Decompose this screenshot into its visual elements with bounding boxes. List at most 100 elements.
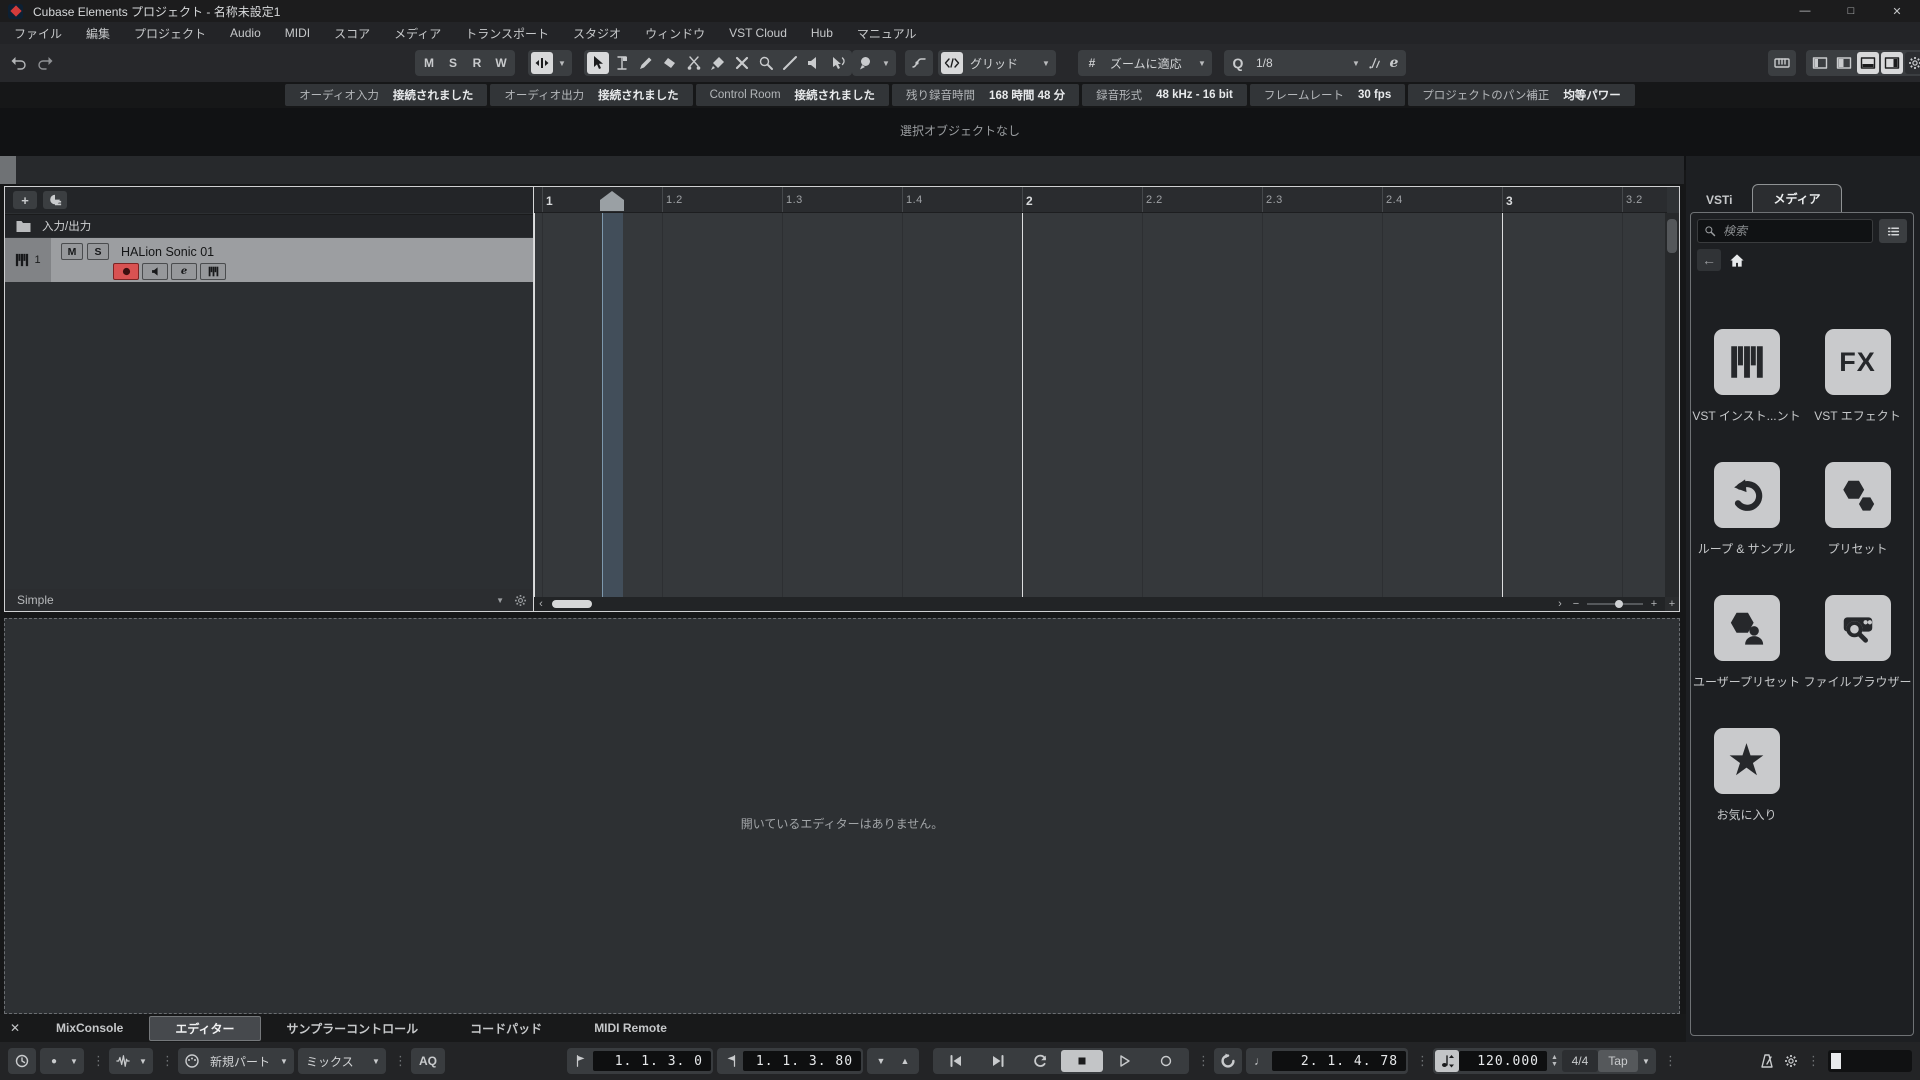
primary-time-note-icon[interactable]: ♩: [1248, 1050, 1272, 1072]
menu-item-transport[interactable]: トランスポート: [465, 25, 549, 42]
media-list-view-icon[interactable]: [1879, 219, 1907, 243]
left-locator-flag-icon[interactable]: [569, 1050, 593, 1072]
cycle-button[interactable]: [1019, 1050, 1061, 1072]
line-tool[interactable]: [779, 52, 801, 74]
control-room-status[interactable]: Control Room 接続されました: [695, 84, 890, 106]
track-name[interactable]: HALion Sonic 01: [121, 245, 214, 259]
menu-item-manual[interactable]: マニュアル: [857, 25, 917, 42]
horizontal-scrollbar[interactable]: ‹ › − +: [534, 597, 1667, 611]
tab-editor[interactable]: エディター: [149, 1015, 261, 1041]
snap-type-label[interactable]: グリッド: [964, 55, 1038, 72]
write-automation-button[interactable]: W: [490, 52, 512, 74]
media-search-box[interactable]: [1697, 219, 1873, 243]
right-zone-toggle-icon[interactable]: [1881, 52, 1903, 74]
track-setup-gear-icon[interactable]: [514, 594, 527, 607]
event-display[interactable]: 1 1.2 1.3 1.4 2 2.2 2.3 2.4 3 3.2 ‹ › − …: [533, 187, 1667, 611]
undo-icon[interactable]: [10, 55, 28, 71]
scroll-right-icon[interactable]: ›: [1553, 597, 1567, 611]
tempo-spinner[interactable]: ▲ ▼: [1547, 1054, 1562, 1068]
close-lower-zone-icon[interactable]: ✕: [0, 1021, 30, 1035]
zoom-out-icon[interactable]: −: [1569, 597, 1583, 611]
right-locator-flag-icon[interactable]: [719, 1050, 743, 1072]
play-tool[interactable]: [803, 52, 825, 74]
overview-strip[interactable]: [0, 156, 1684, 184]
go-to-start-button[interactable]: [935, 1050, 977, 1072]
kebab-separator-icon[interactable]: ⋮: [92, 1053, 105, 1069]
tempo-dropdown-icon[interactable]: ▼: [1638, 1050, 1654, 1072]
snap-type-dropdown-icon[interactable]: ▼: [1038, 52, 1054, 74]
tempo-track-icon[interactable]: [1435, 1050, 1460, 1072]
record-mode-icon[interactable]: ●: [42, 1050, 66, 1072]
quantize-panel-button[interactable]: e: [1385, 52, 1403, 74]
menu-item-file[interactable]: ファイル: [14, 25, 62, 42]
audio-record-mode-dropdown-icon[interactable]: ▼: [135, 1050, 151, 1072]
kebab-separator-icon[interactable]: ⋮: [1807, 1053, 1820, 1069]
vertical-zoom-in-icon[interactable]: +: [1665, 597, 1679, 611]
overview-strip-handle[interactable]: [0, 156, 16, 184]
monitor-button[interactable]: [142, 263, 168, 280]
menu-item-edit[interactable]: 編集: [86, 25, 110, 42]
add-track-button[interactable]: +: [13, 191, 37, 209]
audio-input-status[interactable]: オーディオ入力 接続されました: [285, 84, 488, 106]
home-icon[interactable]: [1729, 253, 1745, 268]
menu-item-media[interactable]: メディア: [394, 25, 441, 42]
maximize-button[interactable]: □: [1828, 0, 1874, 22]
solo-all-button[interactable]: S: [442, 52, 464, 74]
punch-out-icon[interactable]: ▲: [893, 1050, 917, 1072]
tile-loops-samples[interactable]: ループ & サンプル: [1695, 462, 1799, 557]
record-format-status[interactable]: 録音形式 48 kHz - 16 bit: [1082, 84, 1247, 106]
track-solo-button[interactable]: S: [87, 243, 109, 260]
record-mode-dropdown-icon[interactable]: ▼: [66, 1050, 82, 1072]
mute-all-button[interactable]: M: [418, 52, 440, 74]
media-back-icon[interactable]: ←: [1697, 249, 1721, 271]
vertical-scroll-thumb[interactable]: [1667, 219, 1677, 253]
time-signature-display[interactable]: 4/4: [1561, 1050, 1598, 1072]
record-time-status[interactable]: 残り録音時間 168 時間 48 分: [892, 84, 1080, 106]
timeline-ruler[interactable]: 1 1.2 1.3 1.4 2 2.2 2.3 2.4 3 3.2: [534, 187, 1667, 213]
read-automation-button[interactable]: R: [466, 52, 488, 74]
punch-in-icon[interactable]: ▼: [869, 1050, 893, 1072]
tile-file-browser[interactable]: ファイルブラウザー: [1804, 595, 1912, 690]
frame-rate-status[interactable]: フレームレート 30 fps: [1249, 84, 1406, 106]
tab-midi-remote[interactable]: MIDI Remote: [568, 1017, 693, 1039]
record-enable-button[interactable]: [113, 263, 139, 280]
automation-follows-events-button[interactable]: [908, 52, 930, 74]
swing-icon[interactable]: [1365, 52, 1383, 74]
tab-vsti[interactable]: VSTi: [1686, 188, 1752, 212]
left-zone-alt-toggle-icon[interactable]: [1833, 52, 1855, 74]
auto-scroll-dropdown-icon[interactable]: ▼: [554, 52, 570, 74]
event-canvas[interactable]: [534, 213, 1667, 597]
redo-icon[interactable]: [36, 55, 54, 71]
grid-type-dropdown-icon[interactable]: ▼: [1194, 52, 1210, 74]
auto-quantize-button[interactable]: AQ: [413, 1050, 443, 1072]
record-button[interactable]: [1145, 1050, 1187, 1072]
close-button[interactable]: ✕: [1874, 0, 1920, 22]
horizontal-scroll-thumb[interactable]: [552, 600, 592, 608]
left-zone-toggle-icon[interactable]: [1809, 52, 1831, 74]
kebab-separator-icon[interactable]: ⋮: [1416, 1053, 1429, 1069]
preset-dropdown-icon[interactable]: ▼: [496, 596, 504, 605]
media-search-input[interactable]: [1721, 223, 1866, 239]
color-menu-button[interactable]: [855, 52, 877, 74]
audio-record-mode-icon[interactable]: [111, 1050, 135, 1072]
metronome-icon[interactable]: [1755, 1050, 1779, 1072]
draw-tool[interactable]: [635, 52, 657, 74]
tempo-display[interactable]: 120.000: [1459, 1051, 1548, 1071]
mute-tool[interactable]: [731, 52, 753, 74]
menu-item-hub[interactable]: Hub: [811, 26, 833, 40]
edit-instrument-button[interactable]: [200, 263, 226, 280]
cycle-region[interactable]: [602, 213, 623, 597]
audio-output-status[interactable]: オーディオ出力 接続されました: [490, 84, 693, 106]
midi-insert-mode-dropdown-icon[interactable]: ▼: [276, 1050, 292, 1072]
project-cursor-handle[interactable]: [600, 191, 624, 211]
horizontal-zoom-handle[interactable]: [1615, 600, 1623, 608]
menu-item-window[interactable]: ウィンドウ: [645, 25, 705, 42]
minimize-button[interactable]: —: [1782, 0, 1828, 22]
right-locator-display[interactable]: 1. 1. 3. 80: [743, 1051, 862, 1071]
tab-mixconsole[interactable]: MixConsole: [30, 1017, 149, 1039]
transport-setup-gear-icon[interactable]: [1779, 1050, 1803, 1072]
erase-tool[interactable]: [659, 52, 681, 74]
range-selection-tool[interactable]: [611, 52, 633, 74]
tab-chord-pads[interactable]: コードパッド: [444, 1016, 568, 1041]
kebab-separator-icon[interactable]: ⋮: [394, 1053, 407, 1069]
